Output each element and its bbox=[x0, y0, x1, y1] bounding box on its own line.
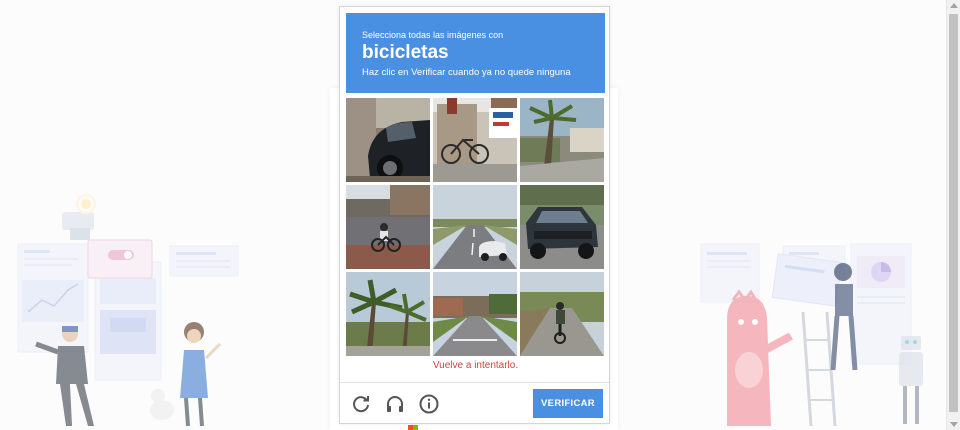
image-tile-4[interactable] bbox=[346, 185, 430, 269]
street-tile-palm-trees bbox=[346, 272, 430, 356]
scroll-down-arrow-icon[interactable] bbox=[950, 422, 958, 427]
image-grid bbox=[346, 98, 604, 356]
captcha-header: Selecciona todas las imágenes con bicicl… bbox=[346, 13, 605, 93]
left-illustration bbox=[17, 194, 239, 427]
image-tile-3[interactable] bbox=[520, 98, 604, 182]
image-tile-6[interactable] bbox=[520, 185, 604, 269]
street-tile-palm-street bbox=[520, 98, 604, 182]
error-message: Vuelve a intentarlo. bbox=[432, 360, 519, 371]
street-tile-car bbox=[346, 98, 430, 182]
headphones-icon bbox=[387, 396, 403, 412]
image-tile-2[interactable] bbox=[433, 98, 517, 182]
street-tile-cyclist-path bbox=[520, 272, 604, 356]
info-icon bbox=[419, 394, 439, 414]
image-tile-8[interactable] bbox=[433, 272, 517, 356]
instruction-hint: Haz clic en Verificar cuando ya no quede… bbox=[362, 67, 571, 78]
help-button[interactable] bbox=[418, 393, 440, 415]
street-tile-jeep bbox=[520, 185, 604, 269]
captcha-challenge: Selecciona todas las imágenes con bicicl… bbox=[339, 6, 610, 424]
target-object: bicicletas bbox=[362, 42, 449, 63]
verify-button[interactable]: VERIFICAR bbox=[533, 389, 603, 418]
street-tile-highway bbox=[433, 185, 517, 269]
image-tile-1[interactable] bbox=[346, 98, 430, 182]
page: Selecciona todas las imágenes con bicicl… bbox=[0, 0, 960, 430]
page-scrollbar[interactable] bbox=[946, 0, 960, 430]
reload-button[interactable] bbox=[350, 393, 372, 415]
image-tile-5[interactable] bbox=[433, 185, 517, 269]
image-tile-9[interactable] bbox=[520, 272, 604, 356]
scrollbar-thumb[interactable] bbox=[949, 14, 958, 412]
image-tile-7[interactable] bbox=[346, 272, 430, 356]
street-tile-bicycle-building bbox=[433, 98, 517, 182]
scroll-up-arrow-icon[interactable] bbox=[950, 3, 958, 8]
reload-icon bbox=[353, 396, 369, 413]
instruction-line: Selecciona todas las imágenes con bbox=[362, 30, 504, 40]
right-illustration bbox=[700, 243, 923, 427]
captcha-footer: VERIFICAR bbox=[340, 383, 609, 424]
audio-challenge-button[interactable] bbox=[384, 393, 406, 415]
street-tile-suburban-road bbox=[433, 272, 517, 356]
microsoft-logo-icon bbox=[408, 425, 418, 430]
street-tile-cyclist-road bbox=[346, 185, 430, 269]
